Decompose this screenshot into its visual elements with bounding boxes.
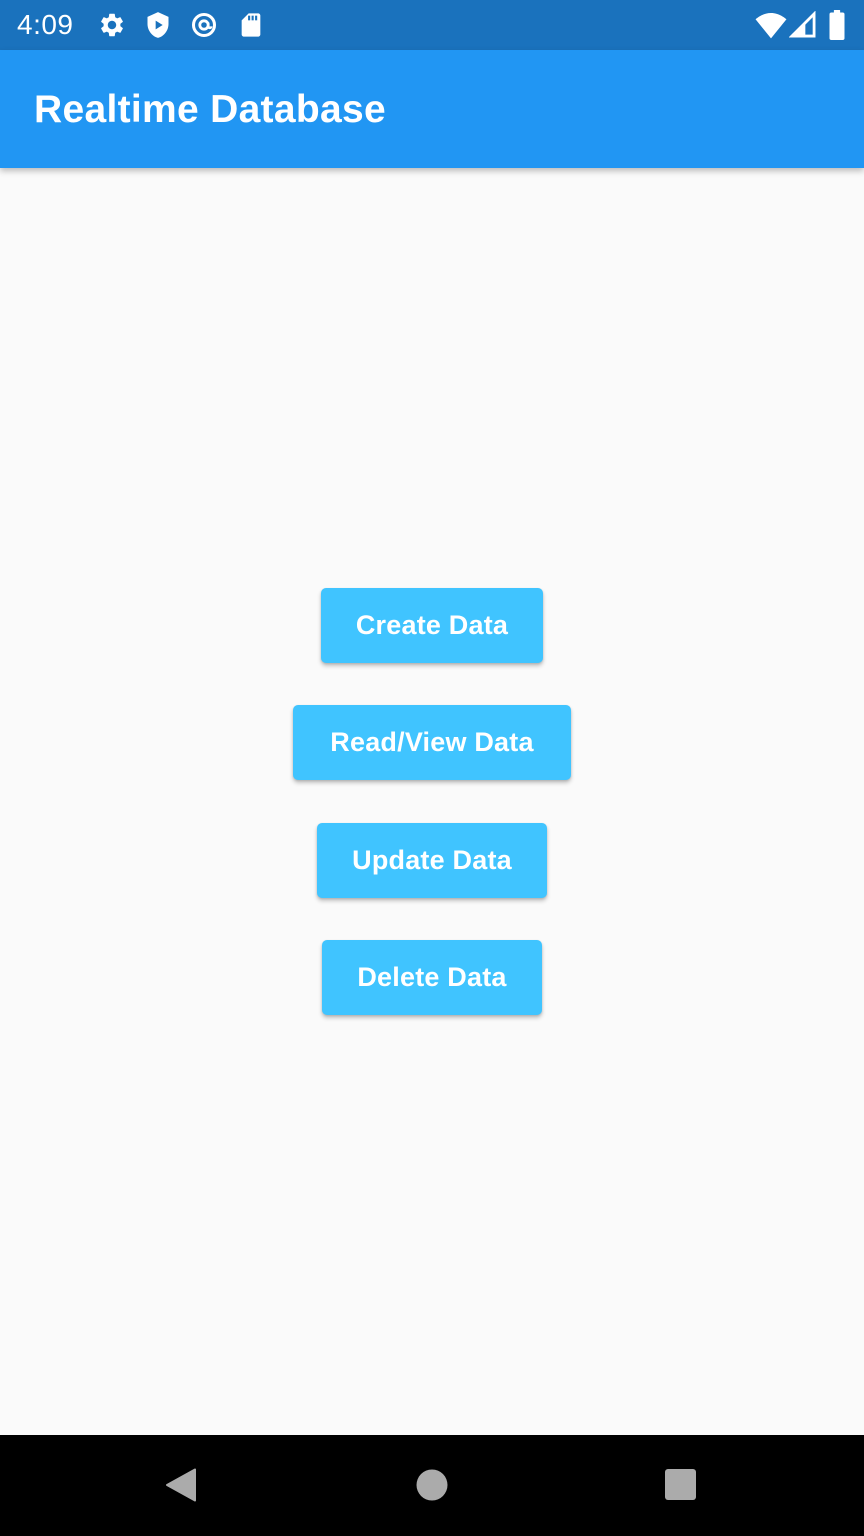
status-bar: 4:09 <box>0 0 864 50</box>
app-bar: Realtime Database <box>0 50 864 168</box>
create-data-button[interactable]: Create Data <box>321 588 543 663</box>
back-icon[interactable] <box>164 1467 198 1503</box>
main-content: Create Data Read/View Data Update Data D… <box>0 168 864 1435</box>
delete-data-button[interactable]: Delete Data <box>322 940 542 1015</box>
play-protect-icon <box>147 12 169 38</box>
at-sign-icon <box>191 12 217 38</box>
app-title: Realtime Database <box>34 88 386 131</box>
battery-icon <box>829 10 845 40</box>
recents-icon[interactable] <box>664 1468 697 1501</box>
cell-signal-icon <box>789 11 816 38</box>
sd-card-icon <box>241 13 261 37</box>
settings-icon <box>101 13 123 37</box>
status-time: 4:09 <box>17 9 74 40</box>
update-data-button[interactable]: Update Data <box>317 823 547 898</box>
read-view-data-button[interactable]: Read/View Data <box>293 705 571 780</box>
home-icon[interactable] <box>415 1468 449 1502</box>
wifi-icon <box>755 13 787 39</box>
navigation-bar <box>0 1435 864 1536</box>
